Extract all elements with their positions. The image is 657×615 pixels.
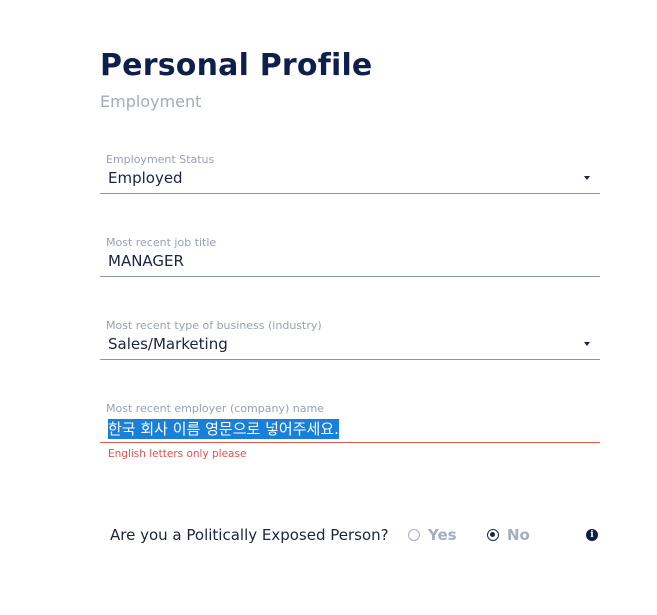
info-icon[interactable]: i xyxy=(586,529,598,541)
radio-unchecked-icon xyxy=(408,529,420,541)
job-title-label: Most recent job title xyxy=(106,236,217,249)
pep-no-radio[interactable]: No xyxy=(487,526,530,544)
employer-name-error: English letters only please xyxy=(108,448,247,460)
page-title: Personal Profile xyxy=(100,48,373,83)
employment-status-select[interactable]: Employment Status Employed xyxy=(100,153,600,201)
dropdown-caret-icon xyxy=(584,176,590,180)
business-type-label: Most recent type of business (industry) xyxy=(106,319,322,332)
pep-no-label: No xyxy=(507,526,530,544)
pep-yes-radio[interactable]: Yes xyxy=(408,526,457,544)
employer-name-underline xyxy=(100,442,600,443)
business-type-select[interactable]: Most recent type of business (industry) … xyxy=(100,319,600,367)
employment-status-underline xyxy=(100,193,600,194)
employment-status-value: Employed xyxy=(108,169,183,187)
job-title-value: MANAGER xyxy=(108,252,184,270)
business-type-value: Sales/Marketing xyxy=(108,335,228,353)
employment-status-label: Employment Status xyxy=(106,153,215,166)
employer-name-label: Most recent employer (company) name xyxy=(106,402,324,415)
page-subtitle: Employment xyxy=(100,92,202,111)
employer-name-value: 한국 회사 이름 영문으로 넣어주세요. xyxy=(108,418,339,439)
business-type-underline xyxy=(100,359,600,360)
pep-question: Are you a Politically Exposed Person? xyxy=(110,526,389,544)
employer-name-selected-text: 한국 회사 이름 영문으로 넣어주세요. xyxy=(108,419,339,439)
radio-checked-icon xyxy=(487,529,499,541)
job-title-underline xyxy=(100,276,600,277)
job-title-field[interactable]: Most recent job title MANAGER xyxy=(100,236,600,284)
pep-yes-label: Yes xyxy=(428,526,457,544)
dropdown-caret-icon xyxy=(584,342,590,346)
employer-name-field[interactable]: Most recent employer (company) name 한국 회… xyxy=(100,402,600,466)
pep-question-row: Are you a Politically Exposed Person? Ye… xyxy=(110,524,600,546)
